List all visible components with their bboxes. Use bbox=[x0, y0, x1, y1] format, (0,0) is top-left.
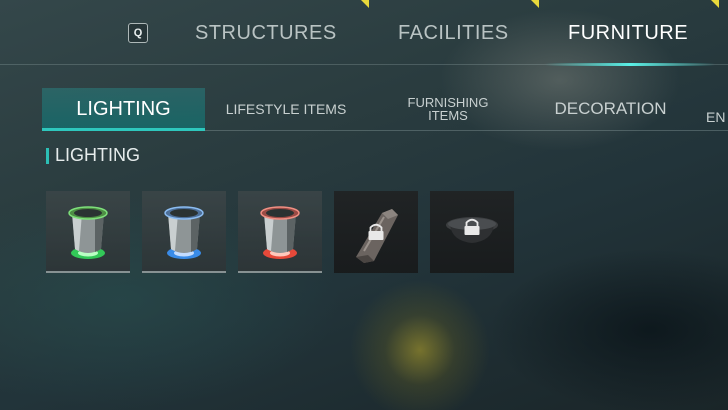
section-title: LIGHTING bbox=[55, 145, 141, 165]
subtab-lighting[interactable]: LIGHTING bbox=[42, 88, 205, 130]
subtab-label: ITEMS bbox=[428, 108, 468, 123]
category-nav: Q STRUCTURES FACILITIES FURNITURE bbox=[0, 0, 728, 66]
subtab-lifestyle-items[interactable]: LIFESTYLE ITEMS bbox=[215, 88, 357, 130]
item-slot-wall-lamp-locked[interactable] bbox=[334, 191, 418, 273]
q-key-hint[interactable]: Q bbox=[128, 23, 148, 43]
subtab-label: DECORATION bbox=[554, 99, 667, 118]
subtab-decoration[interactable]: DECORATION bbox=[543, 88, 678, 130]
tab-facilities[interactable]: FACILITIES bbox=[398, 22, 509, 45]
active-subtab-indicator bbox=[42, 128, 205, 131]
red-ceiling-light-icon bbox=[260, 206, 300, 259]
new-indicator bbox=[531, 0, 539, 8]
tab-furniture[interactable]: FURNITURE bbox=[568, 22, 688, 45]
subtab-label: LIGHTING bbox=[76, 97, 171, 120]
section-marker bbox=[46, 148, 49, 164]
item-slot-green-light[interactable] bbox=[46, 191, 130, 273]
item-slot-blue-light[interactable] bbox=[142, 191, 226, 273]
subtab-label: LIFESTYLE ITEMS bbox=[225, 101, 347, 117]
tab-structures[interactable]: STRUCTURES bbox=[195, 22, 337, 45]
lock-icon bbox=[464, 218, 480, 235]
subtab-furnishing-items[interactable]: FURNISHING ITEMS bbox=[392, 88, 504, 130]
item-slot-red-light[interactable] bbox=[238, 191, 322, 273]
subtab-label: EN bbox=[706, 109, 726, 125]
item-slot-dome-lamp-locked[interactable] bbox=[430, 191, 514, 273]
new-indicator bbox=[711, 0, 719, 8]
subcategory-nav: LIGHTING LIFESTYLE ITEMS FURNISHING ITEM… bbox=[0, 88, 728, 132]
new-indicator bbox=[361, 0, 369, 8]
active-tab-indicator bbox=[545, 63, 715, 66]
lock-icon bbox=[368, 223, 384, 240]
green-ceiling-light-icon bbox=[68, 206, 108, 259]
blue-ceiling-light-icon bbox=[164, 206, 204, 259]
subtab-truncated[interactable]: EN bbox=[706, 100, 728, 134]
